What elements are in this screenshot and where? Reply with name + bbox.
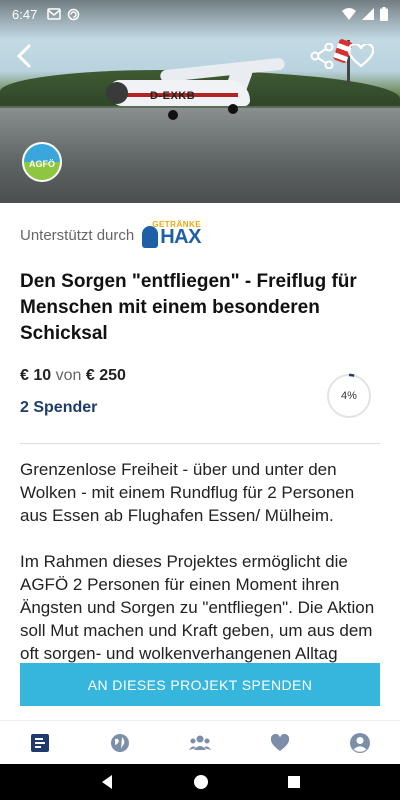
status-time: 6:47	[12, 6, 38, 22]
status-bar: 6:47	[0, 0, 400, 28]
notification-icons	[47, 7, 80, 21]
sponsor-label: Unterstützt durch	[20, 226, 135, 244]
system-icons	[342, 7, 388, 21]
project-description: Grenzenlose Freiheit - über und unter de…	[20, 458, 380, 688]
signal-icon	[362, 8, 374, 20]
nav-item-favorites[interactable]	[240, 721, 320, 764]
chevron-left-icon	[16, 44, 31, 68]
amount-von: von	[55, 367, 82, 384]
nav-item-profile[interactable]	[320, 721, 400, 764]
nav-item-explore[interactable]	[80, 721, 160, 764]
bottom-nav	[0, 720, 400, 764]
news-icon	[31, 733, 49, 752]
heart-icon	[270, 733, 290, 751]
wifi-icon	[342, 8, 356, 20]
sponsor-logo[interactable]: GETRÄNKE HAX	[142, 220, 204, 250]
sync-icon	[68, 8, 80, 20]
group-icon	[189, 735, 211, 750]
home-circle-icon[interactable]	[193, 774, 209, 790]
plane-wheel	[168, 110, 178, 120]
plane-registration: D-EXKB	[150, 90, 196, 102]
mail-icon	[47, 7, 62, 20]
sponsor-logo-figure	[142, 226, 159, 248]
battery-icon	[380, 7, 388, 21]
project-content[interactable]: Unterstützt durch GETRÄNKE HAX Den Sorge…	[0, 203, 400, 720]
back-triangle-icon[interactable]	[99, 774, 115, 790]
donate-button[interactable]: AN DIESES PROJEKT SPENDEN	[20, 663, 380, 706]
amount-raised: € 10	[20, 367, 52, 384]
share-button[interactable]	[306, 40, 338, 72]
favorite-button[interactable]	[345, 40, 377, 72]
progress-label: 4%	[341, 390, 357, 402]
nav-item-news[interactable]	[0, 721, 80, 764]
globe-icon	[111, 733, 129, 752]
project-title: Den Sorgen "entfliegen" - Freiflug für M…	[20, 271, 357, 344]
sponsor-logo-main: HAX	[160, 226, 201, 248]
organization-logo-text: AGFÖ	[29, 159, 55, 169]
amount-goal: € 250	[85, 367, 126, 384]
nav-item-community[interactable]	[160, 721, 240, 764]
description-paragraph: Grenzenlose Freiheit - über und unter de…	[20, 460, 355, 525]
plane-nose	[106, 82, 128, 104]
system-navigation	[0, 764, 400, 800]
heart-outline-icon	[348, 44, 374, 68]
share-icon	[310, 43, 334, 69]
organization-logo[interactable]: AGFÖ	[22, 142, 62, 182]
sponsor-row: Unterstützt durch GETRÄNKE HAX	[20, 219, 380, 251]
plane-wheel	[228, 104, 238, 114]
funding-stats: € 10 von € 250 2 Spender 4%	[20, 367, 380, 429]
profile-icon	[350, 732, 370, 753]
divider	[20, 443, 380, 444]
back-button[interactable]	[10, 40, 38, 72]
progress-ring: 4%	[326, 373, 372, 419]
hero-image: D-EXKB	[0, 0, 400, 203]
recents-square-icon[interactable]	[287, 775, 301, 789]
